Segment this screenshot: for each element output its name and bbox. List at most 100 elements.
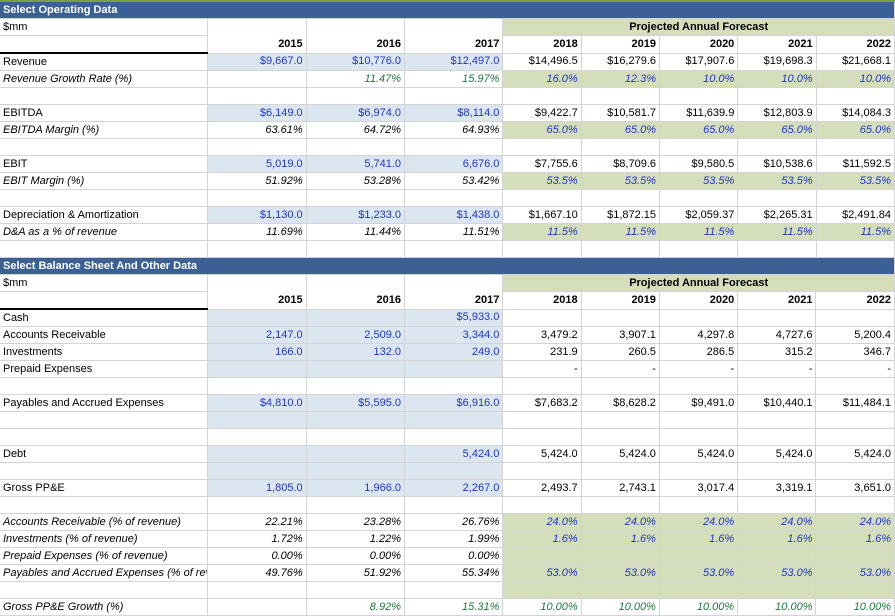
cell-proj: 16.0% xyxy=(502,70,582,88)
year-2018-operating: 2018 xyxy=(502,35,582,54)
cell-proj xyxy=(502,547,582,565)
cell-proj: $1,872.15 xyxy=(581,206,661,224)
cell-proj: 53.0% xyxy=(502,564,582,582)
year-2019-balance: 2019 xyxy=(581,291,660,310)
forecast-banner-operating: Projected Annual Forecast xyxy=(502,18,895,36)
row-label-empty xyxy=(0,189,209,207)
cell-proj: 3,907.1 xyxy=(581,326,660,344)
table-row: Depreciation & Amortization $1,130.0 $1,23… xyxy=(0,206,895,224)
cell-hist xyxy=(207,240,307,258)
cell-hist xyxy=(306,138,406,156)
cell-proj: 286.5 xyxy=(659,343,739,361)
cell-proj: 1.6% xyxy=(737,530,817,548)
year-2015-operating: 2015 xyxy=(207,35,307,54)
cell-hist: 1.72% xyxy=(207,530,307,548)
cell-hist xyxy=(306,189,406,207)
cell-hist: 22.21% xyxy=(207,513,307,531)
table-row: EBIT Margin (%) 51.92% 53.28% 53.42% 53.5% 53… xyxy=(0,172,895,190)
year-2017-balance: 2017 xyxy=(404,291,504,310)
cell-proj: 2,743.1 xyxy=(581,479,660,497)
cell-hist xyxy=(404,462,504,480)
spacer-row xyxy=(0,428,895,446)
units-row-operating: $mm Projected Annual Forecast xyxy=(0,18,895,36)
unit-spacer-bs-2016 xyxy=(306,274,406,292)
cell-proj: - xyxy=(581,360,660,378)
year-2017-operating: 2017 xyxy=(404,35,504,54)
cell-proj: 53.5% xyxy=(659,172,739,190)
cell-proj: 10.00% xyxy=(659,598,739,616)
cell-hist xyxy=(207,445,307,463)
cell-proj xyxy=(815,581,895,599)
cell-proj: $11,484.1 xyxy=(815,394,895,412)
cell-proj: 1.6% xyxy=(581,530,660,548)
cell-hist: 5,741.0 xyxy=(306,155,406,173)
cell-hist xyxy=(306,309,406,327)
cell-proj: 24.0% xyxy=(581,513,660,531)
cell-hist: 0.00% xyxy=(306,547,406,565)
row-label-empty xyxy=(0,240,209,258)
cell-proj: 53.5% xyxy=(816,172,895,190)
row-label-empty xyxy=(0,377,209,395)
cell-proj: $11,592.5 xyxy=(816,155,895,173)
cell-proj: 53.5% xyxy=(502,172,582,190)
cell-hist: 64.72% xyxy=(306,121,406,139)
cell-hist: 11.47% xyxy=(306,70,406,88)
table-row: EBITDA Margin (%) 63.61% 64.72% 64.93% 65.0%… xyxy=(0,121,895,139)
cell-hist xyxy=(207,360,307,378)
unit-spacer-bs-2015 xyxy=(207,274,307,292)
cell-proj: 24.0% xyxy=(815,513,895,531)
year-2020-operating: 2020 xyxy=(659,35,739,54)
cell-proj: 3,651.0 xyxy=(815,479,895,497)
cell-hist xyxy=(207,428,307,446)
cell-hist xyxy=(207,581,307,599)
cell-proj: $10,581.7 xyxy=(581,104,661,122)
cell-hist: 1.99% xyxy=(404,530,504,548)
cell-proj: 65.0% xyxy=(737,121,817,139)
row-label: Accounts Receivable xyxy=(0,326,209,344)
cell-proj xyxy=(737,428,817,446)
row-label: Cash xyxy=(0,309,209,327)
row-label: EBIT xyxy=(0,155,209,173)
cell-proj xyxy=(737,411,817,429)
cell-hist: $12,497.0 xyxy=(404,53,504,71)
cell-proj: 5,424.0 xyxy=(659,445,739,463)
cell-proj xyxy=(737,462,817,480)
cell-proj: - xyxy=(737,360,817,378)
cell-proj: 24.0% xyxy=(659,513,739,531)
row-label: Revenue xyxy=(0,53,209,71)
cell-proj xyxy=(737,87,817,105)
cell-proj: 10.0% xyxy=(737,70,817,88)
table-row: EBIT 5,019.0 5,741.0 6,676.0 $7,755.6 $8,709.… xyxy=(0,155,895,173)
cell-proj xyxy=(737,377,817,395)
cell-proj: 3,479.2 xyxy=(502,326,582,344)
balance-sheet-table: Select Balance Sheet And Other Data $mm … xyxy=(0,258,895,616)
cell-hist xyxy=(306,87,406,105)
cell-proj: 3,017.4 xyxy=(659,479,739,497)
unit-spacer-2017 xyxy=(404,18,504,36)
cell-proj xyxy=(581,87,661,105)
cell-proj xyxy=(502,377,582,395)
table-row: Accounts Receivable (% of revenue) 22.21%… xyxy=(0,513,895,531)
cell-hist xyxy=(207,189,307,207)
row-label-empty xyxy=(0,411,209,429)
row-label: Debt xyxy=(0,445,209,463)
cell-proj: $14,496.5 xyxy=(502,53,582,71)
cell-proj: 315.2 xyxy=(737,343,817,361)
cell-hist: 1.22% xyxy=(306,530,406,548)
cell-proj: 53.5% xyxy=(581,172,661,190)
cell-hist: 53.42% xyxy=(404,172,504,190)
cell-hist xyxy=(404,428,504,446)
cell-hist: 11.44% xyxy=(306,223,406,241)
cell-proj xyxy=(502,138,582,156)
cell-proj: 65.0% xyxy=(659,121,739,139)
cell-proj xyxy=(659,309,739,327)
cell-proj xyxy=(502,309,582,327)
cell-proj xyxy=(502,189,582,207)
cell-proj xyxy=(502,428,582,446)
cell-proj xyxy=(659,411,739,429)
year-2020-balance: 2020 xyxy=(659,291,739,310)
table-row: Revenue $9,667.0 $10,776.0 $12,497.0 $14,496… xyxy=(0,53,895,71)
cell-proj xyxy=(816,189,895,207)
cell-hist xyxy=(404,189,504,207)
unit-spacer-2016 xyxy=(306,18,406,36)
